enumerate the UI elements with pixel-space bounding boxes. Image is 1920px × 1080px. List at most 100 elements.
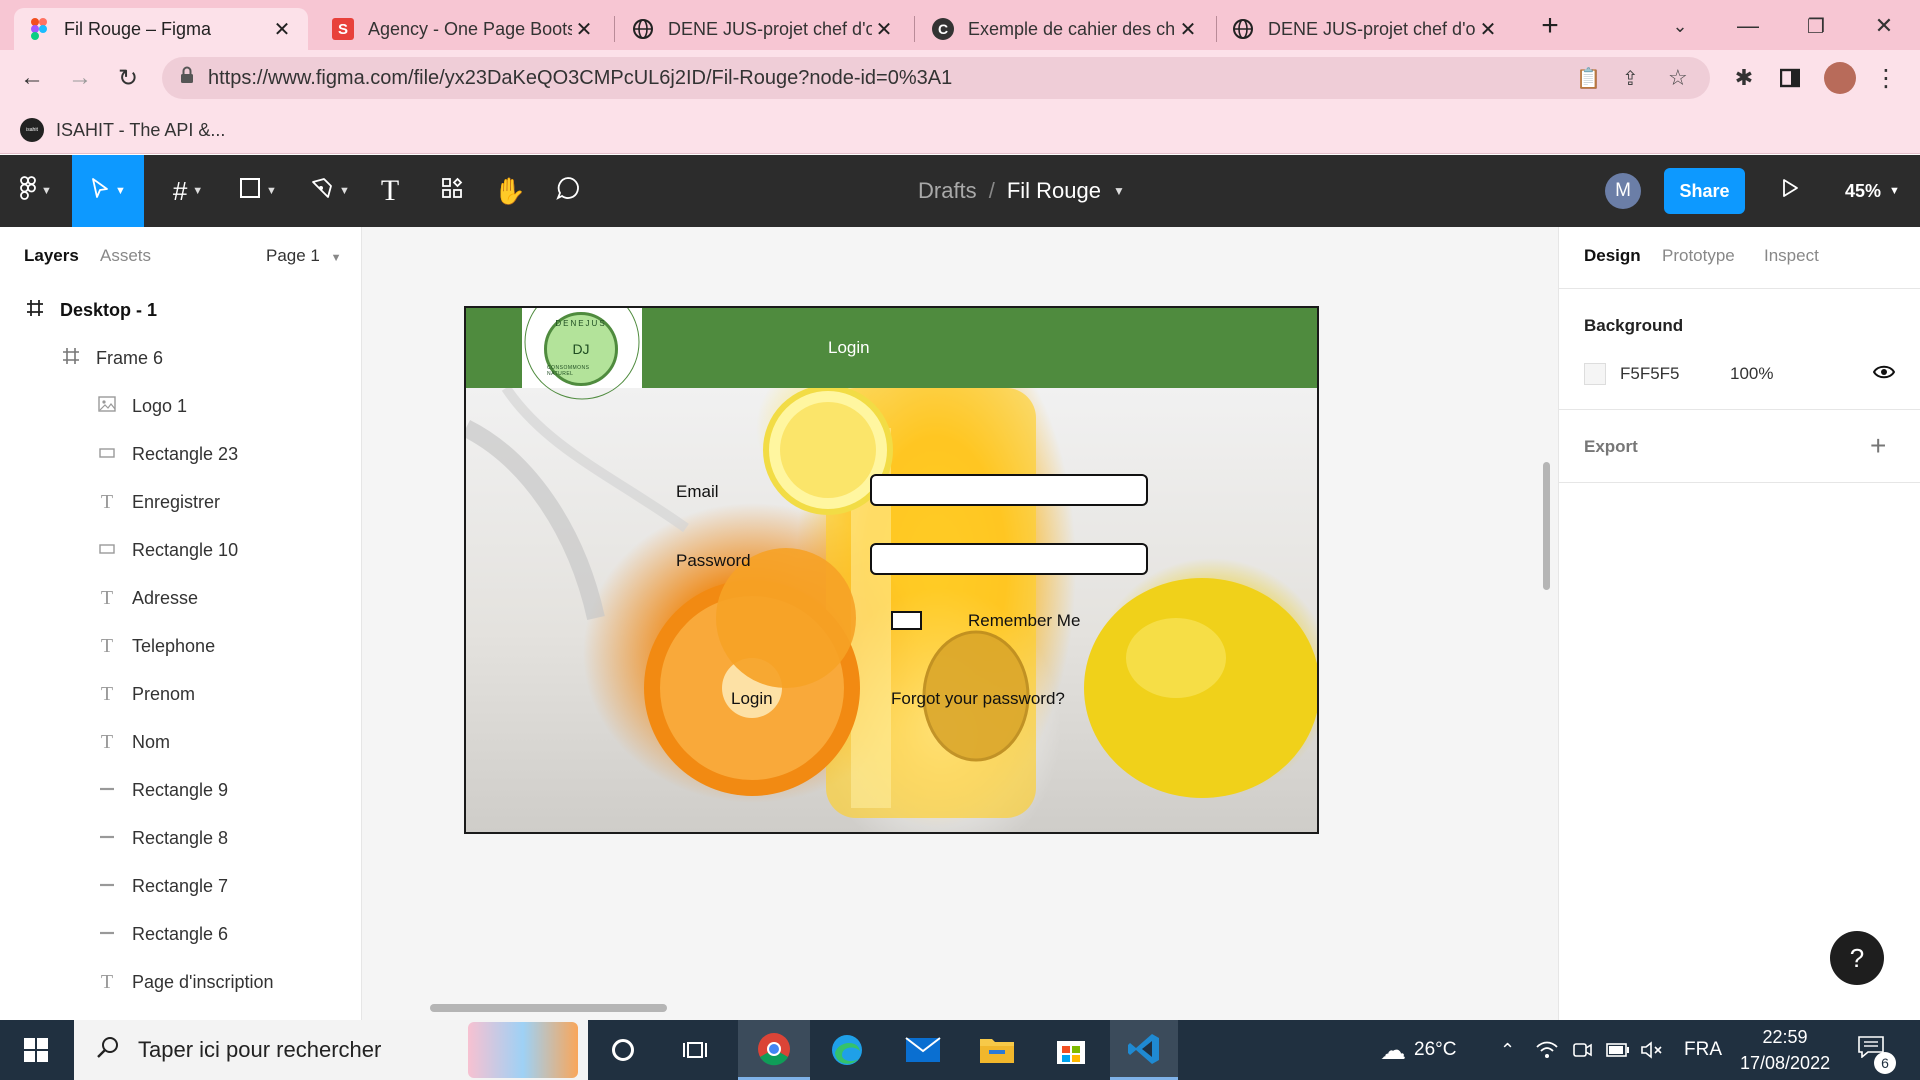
file-name[interactable]: Fil Rouge	[1007, 178, 1101, 204]
layer-row[interactable]: Rectangle 6	[0, 910, 361, 958]
pen-tool[interactable]: ▼	[300, 155, 360, 227]
help-button[interactable]: ?	[1830, 931, 1884, 985]
tab-dene-jus-2[interactable]: DENE JUS-projet chef d'o ✕	[1218, 8, 1514, 50]
extensions-puzzle-icon[interactable]: ✱	[1728, 60, 1760, 96]
layer-row[interactable]: T Telephone	[0, 622, 361, 670]
frame-tool[interactable]: # ▼	[158, 155, 218, 227]
new-tab-plus-icon[interactable]: +	[1532, 8, 1568, 44]
minimize-icon[interactable]: —	[1730, 8, 1766, 44]
close-icon[interactable]: ✕	[270, 17, 294, 42]
tab-figma[interactable]: Fil Rouge – Figma ✕	[14, 8, 308, 50]
meet-now-icon[interactable]	[1572, 1020, 1592, 1080]
battery-icon[interactable]	[1606, 1020, 1630, 1080]
comment-tool[interactable]	[548, 155, 588, 227]
background-swatch[interactable]	[1584, 363, 1606, 385]
avatar[interactable]: M	[1605, 173, 1641, 209]
store-taskbar-icon[interactable]	[1036, 1020, 1106, 1080]
layer-row[interactable]: T Prenom	[0, 670, 361, 718]
layer-row[interactable]: Logo 1	[0, 382, 361, 430]
text-tool[interactable]: T	[372, 155, 408, 227]
shape-tool[interactable]: ▼	[228, 155, 288, 227]
header-login-label[interactable]: Login	[466, 308, 1317, 388]
add-export-plus-icon[interactable]: +	[1870, 430, 1886, 462]
layer-row[interactable]: Rectangle 9	[0, 766, 361, 814]
page-selector[interactable]: Page 1 ▼	[266, 246, 342, 266]
layer-row[interactable]: T Page d'inscription	[0, 958, 361, 1006]
close-icon[interactable]: ✕	[1476, 17, 1500, 42]
menu-kebab-icon[interactable]: ⋮	[1870, 60, 1902, 96]
back-arrow-icon[interactable]: ←	[14, 60, 50, 96]
network-wifi-icon[interactable]	[1536, 1020, 1558, 1080]
window-close-icon[interactable]: ✕	[1866, 8, 1902, 44]
clock[interactable]: 22:59 17/08/2022	[1740, 1020, 1830, 1080]
clipboard-icon[interactable]: 📋	[1576, 66, 1601, 91]
vscode-taskbar-icon[interactable]	[1110, 1020, 1178, 1080]
breadcrumb-drafts[interactable]: Drafts	[918, 178, 977, 204]
close-icon[interactable]: ✕	[1176, 17, 1200, 42]
horizontal-scrollbar[interactable]	[430, 1004, 667, 1012]
task-view-icon[interactable]	[660, 1020, 730, 1080]
tab-assets[interactable]: Assets	[100, 246, 151, 266]
input-language[interactable]: FRA	[1684, 1020, 1722, 1080]
layer-row[interactable]: Rectangle 23	[0, 430, 361, 478]
remember-me-checkbox[interactable]	[891, 611, 922, 630]
tab-agency[interactable]: S Agency - One Page Boots ✕	[318, 8, 610, 50]
background-hex[interactable]: F5F5F5	[1620, 364, 1680, 384]
tab-prototype[interactable]: Prototype	[1662, 246, 1735, 266]
login-button[interactable]: Login	[731, 689, 773, 709]
profile-avatar[interactable]	[1824, 62, 1856, 94]
chrome-taskbar-icon[interactable]	[738, 1020, 810, 1080]
side-panel-icon[interactable]	[1774, 60, 1806, 96]
email-field[interactable]	[870, 474, 1148, 506]
layer-row[interactable]: Rectangle 7	[0, 862, 361, 910]
present-button[interactable]	[1770, 155, 1810, 227]
forgot-password-link[interactable]: Forgot your password?	[891, 689, 1065, 709]
layer-row[interactable]: Desktop - 1	[0, 286, 361, 334]
properties-panel	[1558, 227, 1920, 1020]
chevron-down-icon[interactable]: ▼	[1113, 184, 1125, 198]
tab-separator	[914, 16, 915, 42]
restore-icon[interactable]: ❐	[1798, 8, 1834, 44]
vertical-scrollbar[interactable]	[1543, 462, 1550, 590]
file-explorer-taskbar-icon[interactable]	[962, 1020, 1032, 1080]
cortana-circle-icon[interactable]	[588, 1020, 658, 1080]
share-page-icon[interactable]: ⇪	[1622, 66, 1639, 91]
layer-row[interactable]: T Nom	[0, 718, 361, 766]
windows-start-icon[interactable]	[0, 1020, 72, 1080]
eye-visibility-icon[interactable]	[1872, 360, 1896, 384]
edge-taskbar-icon[interactable]	[812, 1020, 882, 1080]
taskbar-search[interactable]: Taper ici pour rechercher	[74, 1020, 588, 1080]
password-field[interactable]	[870, 543, 1148, 575]
move-tool[interactable]: ▼	[72, 155, 144, 227]
tab-dene-jus-1[interactable]: DENE JUS-projet chef d'o ✕	[618, 8, 910, 50]
hand-tool[interactable]: ✋	[490, 155, 530, 227]
mail-taskbar-icon[interactable]	[888, 1020, 958, 1080]
figma-main-menu[interactable]: ▼	[0, 155, 72, 227]
volume-muted-icon[interactable]	[1640, 1020, 1664, 1080]
share-button[interactable]: Share	[1664, 168, 1745, 214]
weather-widget[interactable]: ☁ 26°C	[1380, 1020, 1456, 1080]
close-icon[interactable]: ✕	[872, 17, 896, 42]
bookmark-star-icon[interactable]: ☆	[1668, 65, 1688, 91]
tab-inspect[interactable]: Inspect	[1764, 246, 1819, 266]
zoom-menu[interactable]: 45% ▼	[1845, 155, 1900, 227]
address-bar[interactable]: https://www.figma.com/file/yx23DaKeQO3CM…	[162, 57, 1710, 99]
layer-row[interactable]: Rectangle 10	[0, 526, 361, 574]
desktop-1-frame[interactable]: DENEJUS DJ CONSOMMONS NATUREL Login Emai…	[464, 306, 1319, 834]
background-opacity[interactable]: 100%	[1730, 364, 1773, 384]
show-hidden-icons-chevron-icon[interactable]: ⌃	[1500, 1020, 1515, 1080]
close-icon[interactable]: ✕	[572, 17, 596, 42]
reload-icon[interactable]: ↻	[110, 60, 146, 96]
layer-row[interactable]: T Enregistrer	[0, 478, 361, 526]
tab-layers[interactable]: Layers	[24, 246, 79, 266]
resources-tool[interactable]	[432, 155, 472, 227]
notifications-center[interactable]: 6	[1858, 1020, 1896, 1080]
layer-row[interactable]: Rectangle 8	[0, 814, 361, 862]
tab-design[interactable]: Design	[1584, 246, 1641, 266]
tab-cahier[interactable]: C Exemple de cahier des ch ✕	[918, 8, 1214, 50]
tab-search-chevron-icon[interactable]: ⌄	[1662, 8, 1698, 44]
layer-row[interactable]: T Adresse	[0, 574, 361, 622]
bookmark-isahit[interactable]: isahit ISAHIT - The API &...	[20, 112, 225, 148]
forward-arrow-icon[interactable]: →	[62, 60, 98, 96]
layer-row[interactable]: Frame 6	[0, 334, 361, 382]
